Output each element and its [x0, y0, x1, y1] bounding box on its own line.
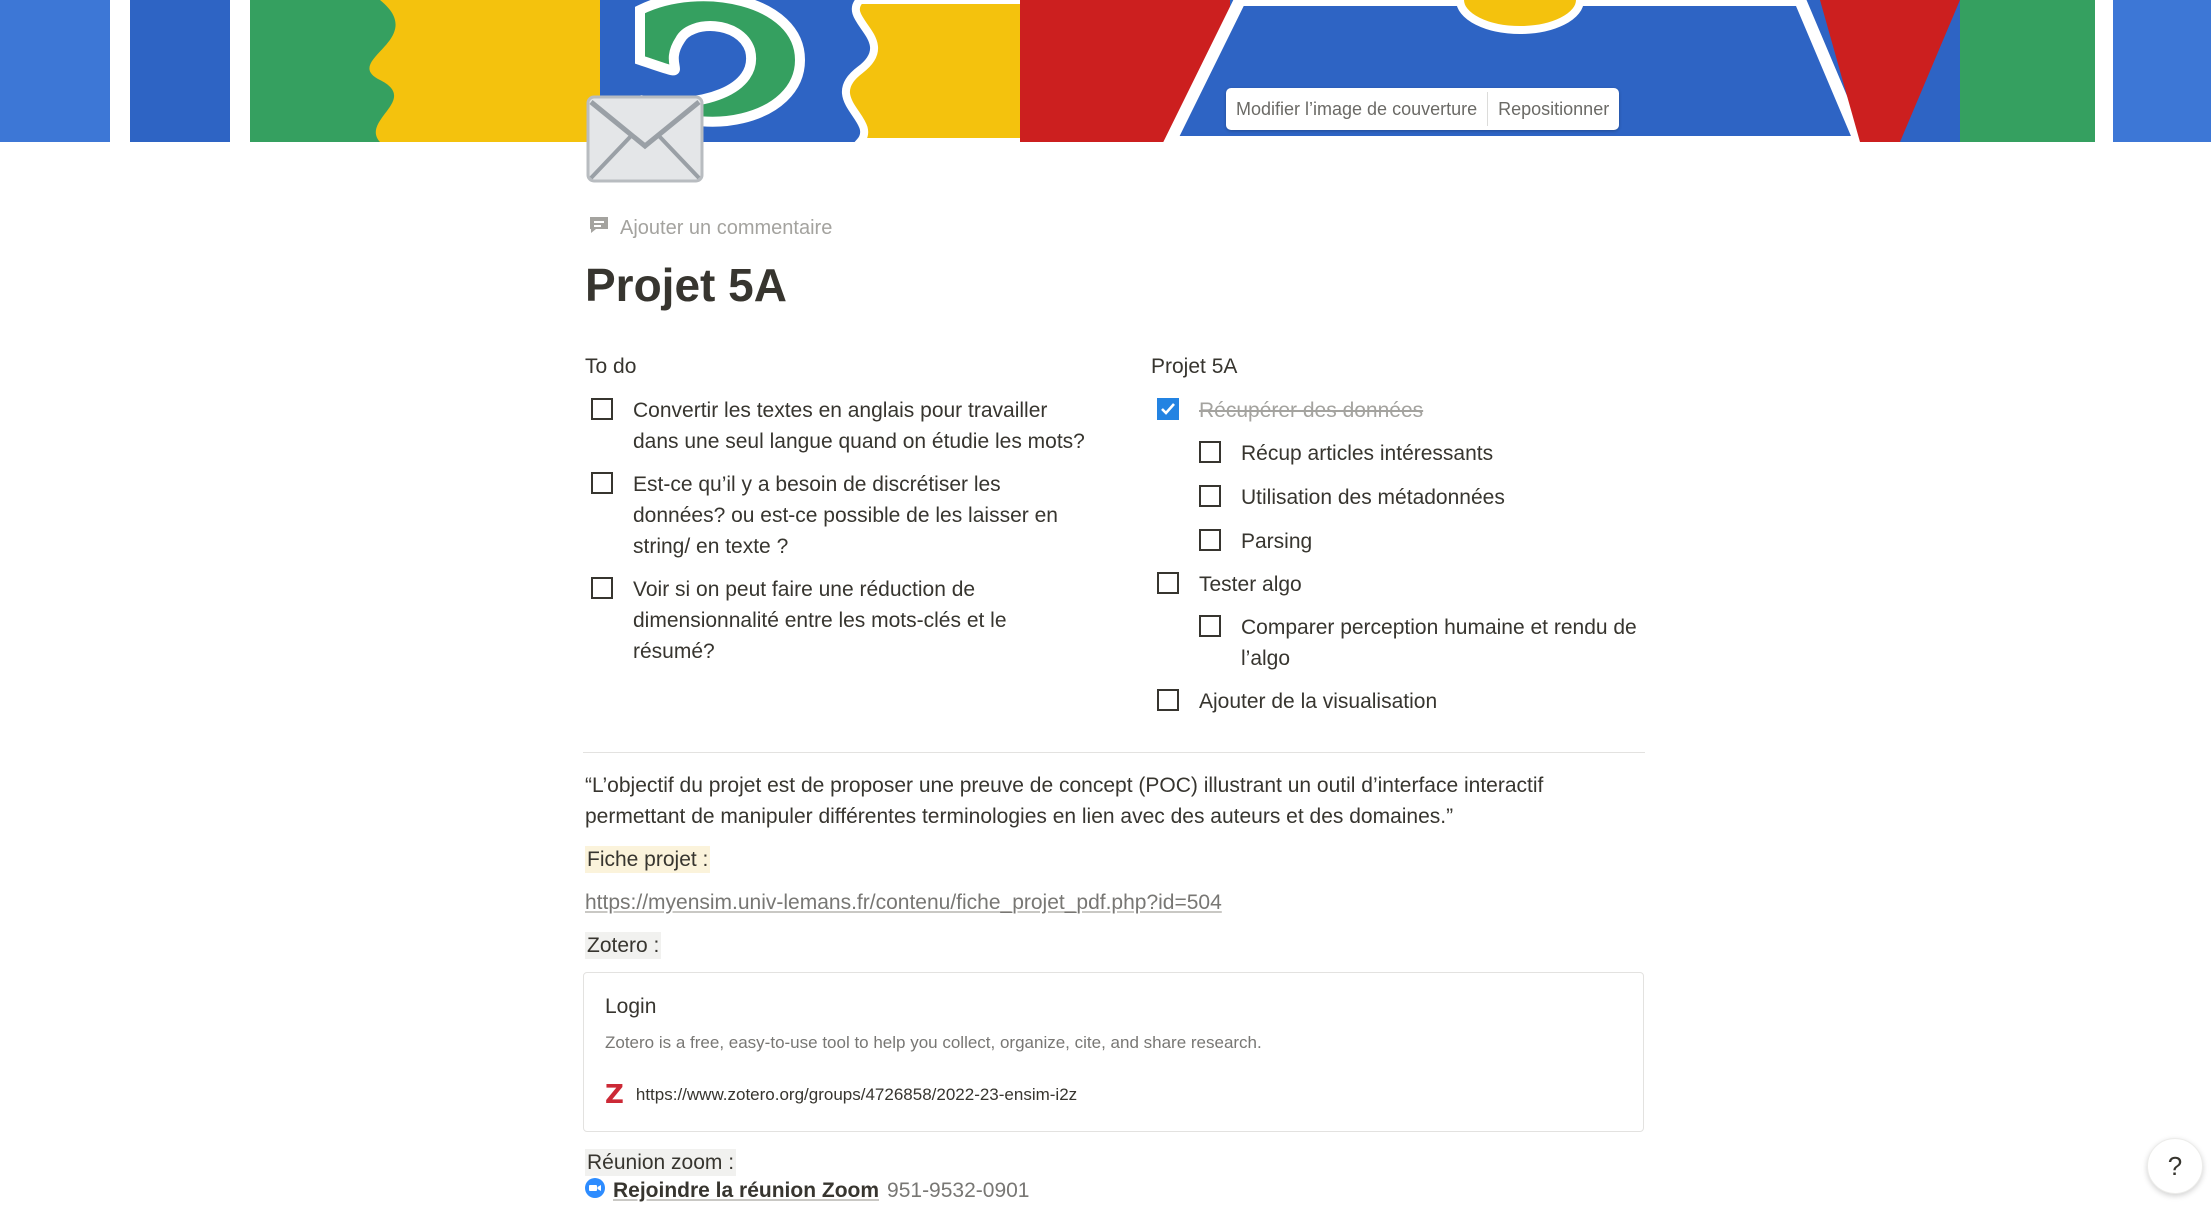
todo-item: Voir si on peut faire une réduction de d…: [591, 574, 1041, 667]
change-cover-button[interactable]: Modifier l’image de couverture: [1226, 88, 1487, 130]
reposition-cover-button[interactable]: Repositionner: [1488, 88, 1619, 130]
zoom-label[interactable]: Réunion zoom :: [585, 1149, 737, 1176]
zotero-label-line: Zotero :: [585, 930, 662, 961]
todo-checkbox[interactable]: [1199, 529, 1221, 551]
todo-subitem: Parsing: [1199, 526, 1649, 557]
zoom-label-line: Réunion zoom :: [585, 1147, 737, 1178]
todo-checkbox[interactable]: [591, 472, 613, 494]
checked-checkbox[interactable]: [1157, 398, 1179, 420]
zotero-label[interactable]: Zotero :: [585, 932, 662, 959]
zoom-meeting-id: 951-9532-0901: [887, 1179, 1030, 1202]
todo-text[interactable]: Comparer perception humaine et rendu de …: [1241, 612, 1644, 674]
todo-text[interactable]: Convertir les textes en anglais pour tra…: [633, 395, 1091, 457]
todo-text[interactable]: Tester algo: [1199, 569, 1302, 600]
todo-heading[interactable]: To do: [585, 355, 636, 379]
cover-image: [0, 0, 2211, 142]
todo-checkbox[interactable]: [591, 398, 613, 420]
zotero-logo-icon: Z: [605, 1080, 624, 1110]
cover-actions: Modifier l’image de couverture Repositio…: [1226, 88, 1620, 130]
todo-subitem: Utilisation des métadonnées: [1199, 482, 1649, 513]
zoom-join-link[interactable]: Rejoindre la réunion Zoom: [613, 1179, 879, 1203]
bookmark-title: Login: [605, 995, 657, 1018]
quote-text[interactable]: “L’objectif du projet est de proposer un…: [585, 770, 1645, 832]
fiche-label-line: Fiche projet :: [585, 844, 711, 875]
todo-checkbox[interactable]: [1199, 485, 1221, 507]
fiche-label[interactable]: Fiche projet :: [585, 846, 711, 873]
zoom-meeting-line: Rejoindre la réunion Zoom 951-9532-0901: [585, 1178, 1030, 1204]
zoom-video-icon: [585, 1178, 605, 1204]
todo-checkbox[interactable]: [591, 577, 613, 599]
help-button[interactable]: ?: [2147, 1138, 2203, 1194]
todo-text[interactable]: Récup articles intéressants: [1241, 438, 1493, 469]
todo-subitem: Récup articles intéressants: [1199, 438, 1649, 469]
todo-item: Ajouter de la visualisation: [1157, 686, 1607, 717]
todo-text[interactable]: Parsing: [1241, 526, 1312, 557]
add-comment-button[interactable]: Ajouter un commentaire: [588, 215, 832, 241]
page-title[interactable]: Projet 5A: [585, 254, 787, 316]
bookmark-url-row: Z https://www.zotero.org/groups/4726858/…: [605, 1080, 1078, 1110]
divider: [583, 752, 1645, 753]
checkmark-icon: [1161, 403, 1175, 415]
todo-subitem: Comparer perception humaine et rendu de …: [1199, 612, 1644, 674]
todo-text[interactable]: Utilisation des métadonnées: [1241, 482, 1505, 513]
todo-checkbox[interactable]: [1199, 441, 1221, 463]
add-comment-label: Ajouter un commentaire: [620, 216, 833, 239]
project-heading[interactable]: Projet 5A: [1151, 355, 1237, 379]
todo-checkbox[interactable]: [1157, 572, 1179, 594]
todo-checkbox[interactable]: [1157, 689, 1179, 711]
todo-item: Est-ce qu’il y a besoin de discrétiser l…: [591, 469, 1071, 562]
todo-text[interactable]: Voir si on peut faire une réduction de d…: [633, 574, 1041, 667]
bookmark-description: Zotero is a free, easy-to-use tool to he…: [605, 1033, 1262, 1052]
todo-item: Tester algo: [1157, 569, 1607, 600]
comment-icon: [588, 215, 610, 241]
fiche-link-line: https://myensim.univ-lemans.fr/contenu/f…: [585, 887, 1222, 918]
todo-item-checked: Récupérer des données: [1157, 395, 1657, 426]
todo-text[interactable]: Récupérer des données: [1199, 395, 1423, 426]
todo-item: Convertir les textes en anglais pour tra…: [591, 395, 1091, 457]
todo-text[interactable]: Est-ce qu’il y a besoin de discrétiser l…: [633, 469, 1071, 562]
todo-checkbox[interactable]: [1199, 615, 1221, 637]
fiche-link[interactable]: https://myensim.univ-lemans.fr/contenu/f…: [585, 891, 1222, 914]
envelope-icon[interactable]: [585, 94, 705, 184]
zotero-bookmark[interactable]: Login Zotero is a free, easy-to-use tool…: [583, 972, 1644, 1132]
todo-text[interactable]: Ajouter de la visualisation: [1199, 686, 1437, 717]
bookmark-url: https://www.zotero.org/groups/4726858/20…: [635, 1085, 1078, 1104]
